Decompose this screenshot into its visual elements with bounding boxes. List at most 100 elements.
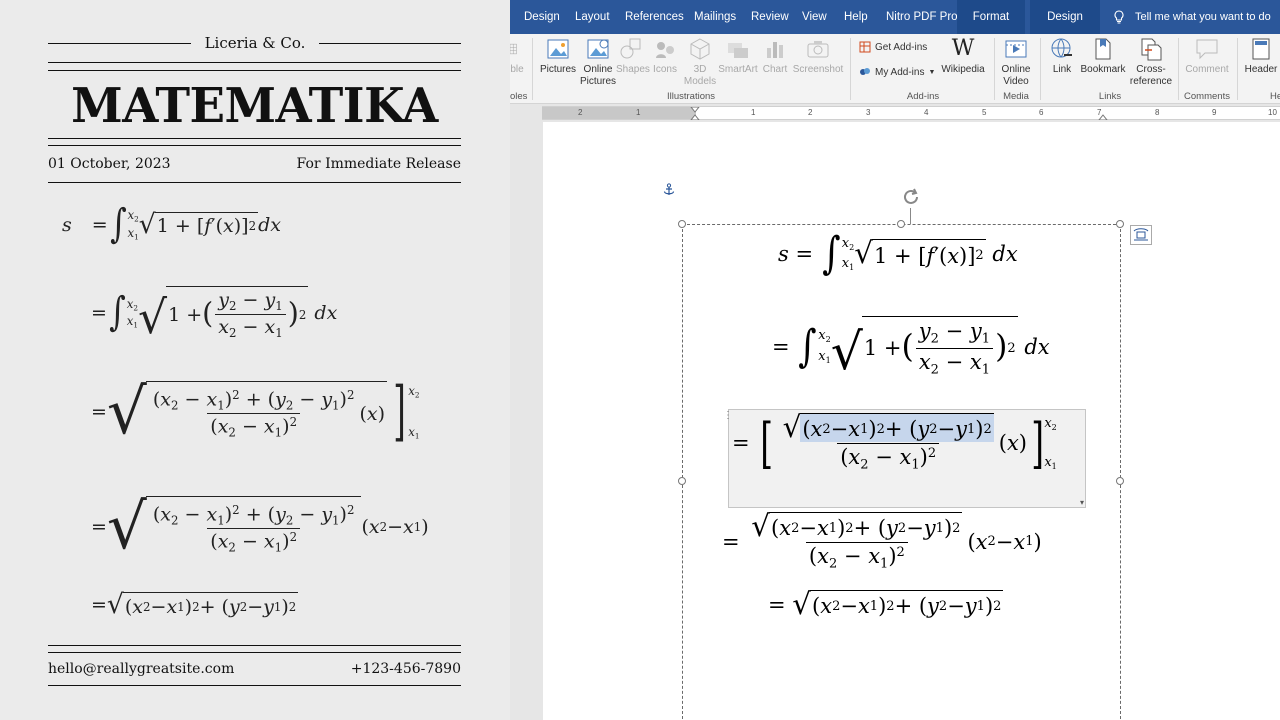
online-pictures-icon [587,39,609,59]
links-group-label: Links [1098,91,1122,102]
resize-handle[interactable] [1116,220,1124,228]
illustrations-group-label: Illustrations [666,91,716,102]
ruler-number: 2 [808,108,813,117]
tab-mailings[interactable]: Mailings [694,0,736,34]
pictures-label: Pictures [539,64,577,75]
ruler-number: 6 [1039,108,1044,117]
contact-phone: +123-456-7890 [350,661,461,677]
lightbulb-icon [1114,10,1124,24]
cross-reference-button[interactable]: Cross- reference [1128,34,1174,88]
shapes-button[interactable]: Shapes [616,34,650,76]
header-icon [1252,38,1270,60]
publisher-name: Liceria & Co. [190,34,320,52]
cross-reference-label-2: reference [1129,76,1173,87]
rule [48,685,461,686]
screenshot-button[interactable]: Screenshot [792,34,844,76]
group-separator [1178,38,1179,100]
cross-reference-label-1: Cross- [1136,64,1166,75]
equation-line-3: = √ (x2 − x1)2 + (y2 − y1)2 (x2 − x1)2(x) ]… [91,374,420,449]
my-addins-button[interactable]: My Add-ins ▼ [859,66,935,78]
right-indent-marker[interactable] [1098,107,1108,120]
rule [48,652,461,653]
tab-help[interactable]: Help [844,0,868,34]
icons-icon [656,42,674,58]
my-addins-label: My Add-ins [875,66,925,78]
equation-line-2: = ∫ x2 x1 √ 1 + (y2 − y1 x2 − x1) 2 dx [91,286,337,340]
tab-design-contextual[interactable]: Design [1030,0,1100,34]
group-separator [1040,38,1041,100]
word-equation-line-2: = ∫ x2 x1 √ 1 + (y2 − y1 x2 − x1) 2 dx [772,316,1050,377]
word-equation-line-5: = √(x 2 − x 1) 2 + (y 2 − y 1) 2 [768,587,1004,621]
header-group-label: Hea [1270,91,1280,102]
tell-me-box[interactable]: Tell me what you want to do [1135,0,1271,34]
ruler-number: 4 [924,108,929,117]
word-equation-line-3: = [√(x 2 − x 1) 2 + (y 2 − y 1) 2 (x2 − x1)2(x)… [732,410,1057,475]
group-separator [1237,38,1238,100]
rule [48,645,461,646]
tab-layout[interactable]: Layout [575,0,610,34]
resize-handle[interactable] [678,477,686,485]
tab-references[interactable]: References [625,0,684,34]
3d-models-button[interactable]: 3D Models [682,34,718,88]
comment-label: Comment [1185,64,1229,75]
indent-marker[interactable] [690,107,700,120]
media-group-label: Media [1003,91,1029,102]
3d-models-label-1: 3D [693,64,707,75]
online-video-label-2: Video [1003,76,1029,87]
rule [48,145,461,146]
equation-options-icon[interactable]: ▾ [1080,498,1084,507]
resize-handle[interactable] [1116,477,1124,485]
resize-handle[interactable] [678,220,686,228]
chart-label: Chart [762,64,788,75]
table-icon [510,43,517,55]
screenshot-icon [807,41,829,58]
wikipedia-label: Wikipedia [941,64,985,75]
table-button[interactable]: ble [510,34,524,76]
ruler-number: 8 [1155,108,1160,117]
link-button[interactable]: Link [1048,34,1076,76]
comments-group-label: Comments [1184,91,1230,102]
bookmark-label: Bookmark [1080,64,1126,75]
wikipedia-button[interactable]: W Wikipedia [940,34,986,76]
online-video-icon [1005,40,1027,58]
pictures-icon [547,39,569,59]
equation-line-1: s = ∫ x2 x1 √ 1 + [f ′(x)] 2 dx [62,201,281,247]
ruler-number: 2 [578,108,583,117]
rotate-icon[interactable] [900,186,922,208]
group-separator [532,38,533,100]
tab-nitro-pdf-pro[interactable]: Nitro PDF Pro [886,0,958,34]
bookmark-button[interactable]: Bookmark [1078,34,1128,76]
online-video-label-1: Online [1001,64,1031,75]
online-video-button[interactable]: Online Video [998,34,1034,88]
tab-view[interactable]: View [802,0,827,34]
tab-format[interactable]: Format [957,0,1025,34]
ruler-number: 1 [636,108,641,117]
chart-icon [767,42,783,58]
rule [48,70,461,71]
chart-button[interactable]: Chart [760,34,790,76]
equation-line-5: = √(x 2 − x 1) 2 + (y 2 − y 1) 2 [91,589,299,620]
link-label: Link [1052,64,1072,75]
layout-options-icon[interactable] [1130,225,1152,245]
horizontal-ruler[interactable]: 2 1 1 2 3 4 5 6 7 8 9 10 [542,106,1280,120]
tables-group-label: oles [510,91,528,102]
ribbon-tab-bar: Design Layout References Mailings Review… [510,0,1280,34]
online-pictures-button[interactable]: Online Pictures [578,34,618,88]
masthead-title: MATEMATIKA [71,78,438,134]
icons-button[interactable]: Icons [650,34,680,76]
get-addins-button[interactable]: Get Add-ins [859,41,927,53]
comment-button[interactable]: Comment [1182,34,1232,76]
icons-label: Icons [653,64,677,75]
newsletter-slide: Liceria & Co. MATEMATIKA 01 October, 202… [0,0,510,720]
contact-email: hello@reallygreatsite.com [48,661,235,677]
word-equation-line-4: = √(x 2 − x 1) 2 + (y 2 − y 1) 2 (x2 − x1)2(x 2 … [722,509,1042,572]
cross-reference-icon [1141,38,1162,61]
smartart-button[interactable]: SmartArt [718,34,758,76]
tab-design[interactable]: Design [524,0,560,34]
resize-handle[interactable] [897,220,905,228]
header-button[interactable]: Header [1242,34,1280,76]
pictures-button[interactable]: Pictures [538,34,578,76]
3d-models-label-2: Models [683,76,717,87]
rule [48,62,461,63]
tab-review[interactable]: Review [751,0,789,34]
